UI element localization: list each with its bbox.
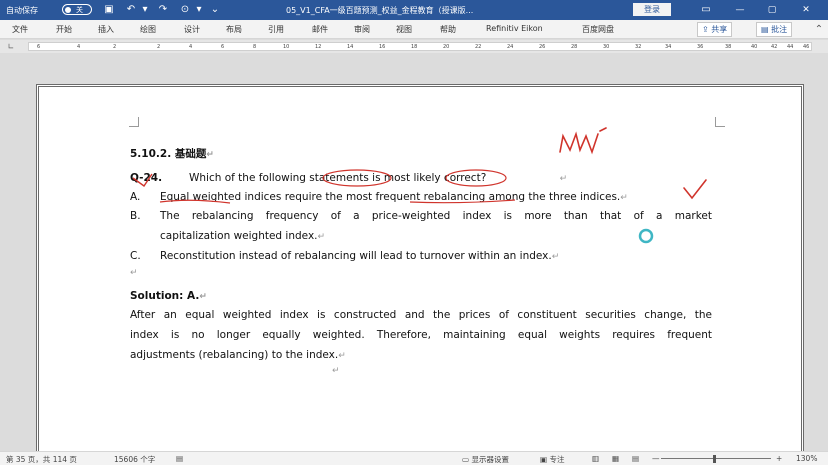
status-bar: 第 35 页，共 114 页 15606 个字 ▤ ▭ 显示器设置 ▣ 专注 ▥…	[0, 451, 828, 465]
ink-annotations	[132, 127, 707, 244]
ink-check-question	[132, 173, 153, 187]
zoom-slider[interactable]	[661, 458, 771, 459]
focus-icon: ▣	[540, 455, 548, 464]
ink-mv-scribble	[559, 127, 607, 155]
zoom-level[interactable]: 130%	[796, 454, 817, 463]
print-layout-icon[interactable]: ▦	[612, 454, 619, 463]
read-mode-icon[interactable]: ▥	[592, 454, 599, 463]
zoom-out-button[interactable]: —	[652, 454, 660, 463]
spinner-icon	[638, 228, 654, 244]
display-settings[interactable]: ▭ 显示器设置	[462, 454, 509, 465]
zoom-in-button[interactable]: +	[776, 454, 782, 463]
display-icon: ▭	[462, 455, 470, 464]
ink-check-option-a	[683, 179, 707, 200]
ink-circle-statements	[322, 169, 392, 187]
word-count[interactable]: 15606 个字	[114, 454, 155, 465]
ink-underline-frequent-rebalancing	[409, 199, 516, 204]
ink-circle-correct	[445, 169, 507, 187]
web-layout-icon[interactable]: ▤	[632, 454, 639, 463]
proofing-icon[interactable]: ▤	[176, 454, 183, 463]
focus-mode[interactable]: ▣ 专注	[540, 454, 564, 465]
ink-underline-equal-weighted	[159, 199, 231, 204]
page-count[interactable]: 第 35 页，共 114 页	[6, 454, 77, 465]
zoom-slider-thumb[interactable]	[713, 455, 716, 463]
